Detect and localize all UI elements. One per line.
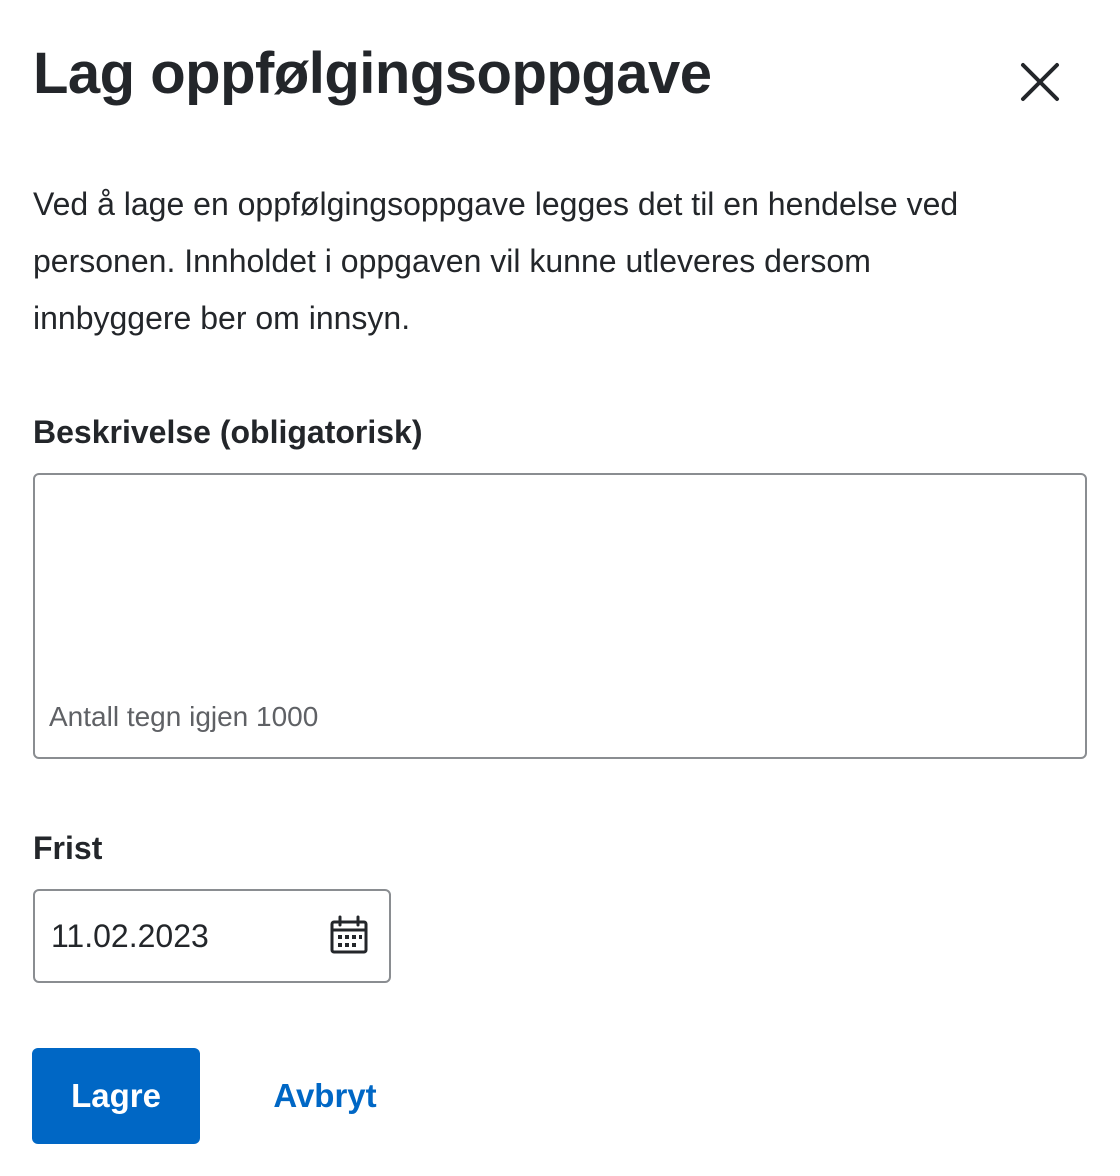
close-button[interactable]	[1010, 52, 1070, 112]
deadline-label: Frist	[33, 830, 103, 866]
open-calendar-button[interactable]	[327, 914, 371, 958]
deadline-input[interactable]	[35, 891, 315, 981]
dialog-intro-text: Ved å lage en oppfølgingsoppgave legges …	[33, 186, 959, 336]
description-field: Antall tegn igjen 1000	[33, 473, 1087, 759]
dialog-title: Lag oppfølgingsoppgave	[33, 41, 712, 106]
close-icon	[1010, 52, 1070, 112]
calendar-icon	[327, 914, 371, 958]
deadline-date-field	[33, 889, 391, 983]
character-counter: Antall tegn igjen 1000	[49, 701, 319, 732]
save-button[interactable]: Lagre	[32, 1048, 200, 1144]
follow-up-task-dialog: Lag oppfølgingsoppgave Ved å lage en opp…	[0, 0, 1120, 1176]
cancel-button[interactable]: Avbryt	[246, 1048, 404, 1144]
description-label: Beskrivelse (obligatorisk)	[33, 414, 423, 450]
